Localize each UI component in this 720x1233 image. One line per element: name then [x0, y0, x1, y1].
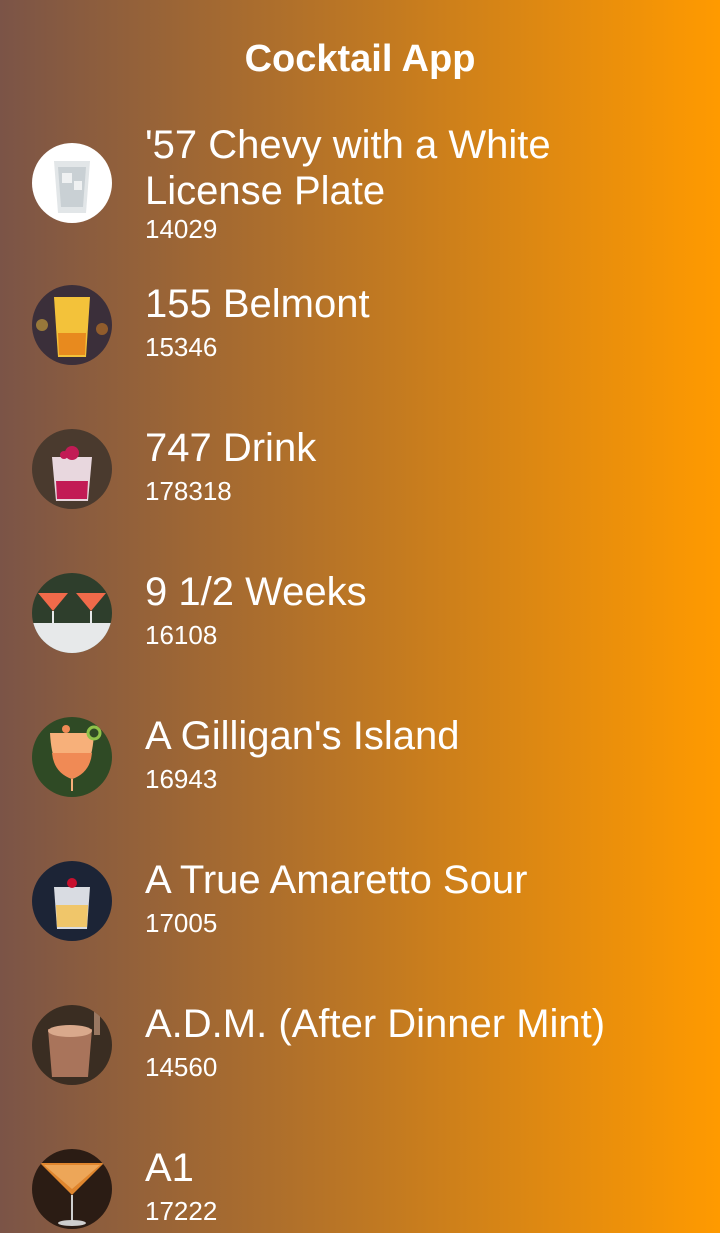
- orange-cocktail-photo-icon: [32, 717, 112, 797]
- drink-name: 9 1/2 Weeks: [145, 570, 367, 614]
- drink-id: 14029: [145, 214, 218, 244]
- drink-list[interactable]: '57 Chevy with a White License Plate 140…: [0, 0, 720, 1233]
- drink-thumbnail: [32, 285, 112, 365]
- drink-name: A.D.M. (After Dinner Mint): [145, 1002, 606, 1046]
- drink-id: 178318: [145, 476, 232, 506]
- drink-thumbnail: [32, 717, 112, 797]
- drink-thumbnail: [32, 143, 112, 223]
- yellow-cocktail-photo-icon: [32, 285, 112, 365]
- drink-id: 17005: [145, 908, 218, 938]
- drink-name: A1: [145, 1146, 194, 1190]
- drink-thumbnail: [32, 1149, 112, 1229]
- drink-name: 747 Drink: [145, 426, 317, 470]
- drink-thumbnail: [32, 861, 112, 941]
- drink-name: A True Amaretto Sour: [145, 858, 528, 902]
- drink-thumbnail: [32, 1005, 112, 1085]
- pink-cocktail-photo-icon: [32, 429, 112, 509]
- drink-name: '57 Chevy with a White License Plate: [145, 123, 551, 213]
- martini-glasses-photo-icon: [32, 573, 112, 653]
- orange-martini-photo-icon: [32, 1149, 112, 1229]
- drink-thumbnail: [32, 429, 112, 509]
- app-screen: Cocktail App '57 Chevy with a White Lice…: [0, 0, 720, 1233]
- drink-id: 16108: [145, 620, 218, 650]
- drink-name: 155 Belmont: [145, 282, 370, 326]
- drink-name: A Gilligan's Island: [145, 714, 460, 758]
- drink-id: 16943: [145, 764, 218, 794]
- amaretto-sour-photo-icon: [32, 861, 112, 941]
- drink-id: 17222: [145, 1196, 218, 1226]
- drink-thumbnail: [32, 573, 112, 653]
- ice-glass-photo-icon: [32, 143, 112, 223]
- coffee-cocktail-photo-icon: [32, 1005, 112, 1085]
- drink-id: 15346: [145, 332, 218, 362]
- drink-id: 14560: [145, 1052, 218, 1082]
